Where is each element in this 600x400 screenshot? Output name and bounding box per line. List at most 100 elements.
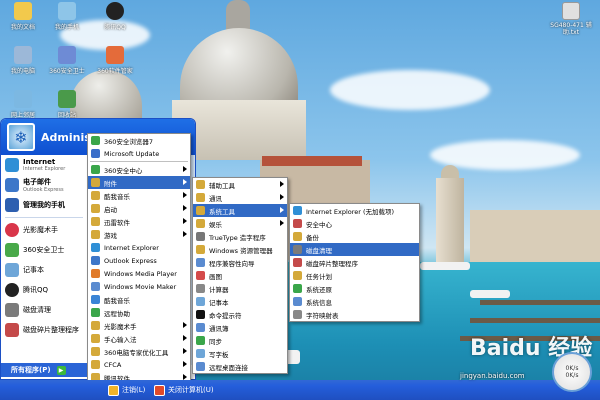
notepad-icon [196, 297, 205, 306]
accessories-item[interactable]: TrueType 造字程序 [193, 230, 287, 243]
shutdown-label: 关闭计算机(U) [168, 386, 214, 394]
system-tools-item[interactable]: 备份 [290, 230, 419, 243]
submenu-arrow-icon [280, 181, 284, 187]
outlook-icon [91, 256, 100, 265]
calculator-icon [196, 284, 205, 293]
start-item-360-safe[interactable]: 360安全卫士 [1, 240, 87, 260]
desktop-icon-text-file[interactable]: SG480-471 辅助.txt [546, 2, 596, 36]
folder-icon [196, 206, 205, 215]
network-speed-badge[interactable]: 0K/s 0K/s [552, 352, 592, 392]
programs-item[interactable]: 酷我音乐 [88, 189, 190, 202]
programs-item[interactable]: 酷我音乐 [88, 293, 190, 306]
menu-item-label: Windows 资源管理器 [209, 246, 273, 255]
desktop-icon-360-safe[interactable]: 360安全卫士 [44, 46, 90, 75]
accessories-item[interactable]: 通讯簿 [193, 321, 287, 334]
disk-cleanup-icon [293, 245, 302, 254]
all-programs-button[interactable]: 所有程序(P) ▶ [1, 363, 87, 377]
system-tools-item[interactable]: 安全中心 [290, 217, 419, 230]
system-tools-item[interactable]: 系统还原 [290, 282, 419, 295]
start-item-qq[interactable]: 腾讯QQ [1, 280, 87, 300]
desktop-icon-my-documents[interactable]: 我的文档 [0, 2, 46, 31]
user-avatar-icon[interactable]: ❄ [7, 123, 35, 151]
software-manager-icon [106, 46, 124, 64]
programs-item[interactable]: 远程协助 [88, 306, 190, 319]
menu-item-label: 同步 [209, 337, 222, 346]
system-tools-item[interactable]: 系统信息 [290, 295, 419, 308]
desktop-icon-recycle-bin[interactable]: 回收站 [44, 90, 90, 119]
desktop-icon-360-software[interactable]: 360软件管家 [92, 46, 138, 75]
accessories-item-system-tools[interactable]: 系统工具 [193, 204, 287, 217]
programs-item[interactable]: CFCA [88, 358, 190, 371]
menu-item-label: 程序兼容性向导 [209, 259, 255, 268]
menu-item-label: 远程协助 [104, 309, 130, 318]
programs-item[interactable]: Windows Media Player [88, 267, 190, 280]
upload-speed: 0K/s [565, 365, 579, 372]
defrag-icon [293, 258, 302, 267]
logoff-button[interactable]: 注销(L) [108, 383, 145, 397]
start-item-disk-cleanup[interactable]: 磁盘清理 [1, 300, 87, 320]
remote-assist-icon [91, 308, 100, 317]
start-item-defrag[interactable]: 磁盘碎片整理程序 [1, 320, 87, 340]
programs-item[interactable]: 光影魔术手 [88, 319, 190, 332]
start-item-manage-phone[interactable]: 管理我的手机 [1, 195, 87, 215]
disk-cleanup-icon [5, 303, 19, 317]
sync-icon [196, 336, 205, 345]
phone-icon [58, 2, 76, 20]
accessories-item[interactable]: 娱乐 [193, 217, 287, 230]
programs-item[interactable]: 360安全浏览器7 [88, 134, 190, 147]
accessories-item[interactable]: 写字板 [193, 347, 287, 360]
programs-item[interactable]: 迅雷软件 [88, 215, 190, 228]
start-item-internet[interactable]: Internet Internet Explorer [1, 155, 87, 175]
programs-item-accessories[interactable]: 附件 [88, 176, 190, 189]
power-icon [154, 384, 165, 396]
desktop-icon-my-phone[interactable]: 我的手机 [44, 2, 90, 31]
programs-item[interactable]: Internet Explorer [88, 241, 190, 254]
accessories-item[interactable]: Windows 资源管理器 [193, 243, 287, 256]
system-tools-item[interactable]: 字符映射表 [290, 308, 419, 321]
programs-item[interactable]: Outlook Express [88, 254, 190, 267]
shutdown-button[interactable]: 关闭计算机(U) [154, 383, 214, 397]
accessories-item[interactable]: 画图 [193, 269, 287, 282]
menu-item-label: 字符映射表 [306, 311, 339, 320]
system-tools-item[interactable]: 任务计划 [290, 269, 419, 282]
accessories-item[interactable]: 通讯 [193, 191, 287, 204]
menu-item-label: 备份 [306, 233, 319, 242]
programs-item[interactable]: 360安全中心 [88, 163, 190, 176]
accessories-item[interactable]: 命令提示符 [193, 308, 287, 321]
programs-item[interactable]: Microsoft Update [88, 147, 190, 160]
menu-item-label: 游戏 [104, 231, 117, 240]
programs-menu: 360安全浏览器7 Microsoft Update 360安全中心 附件 酷我… [87, 133, 191, 385]
programs-item[interactable]: Windows Movie Maker [88, 280, 190, 293]
desktop-icon-qq[interactable]: 腾讯QQ [92, 2, 138, 31]
accessories-item[interactable]: 程序兼容性向导 [193, 256, 287, 269]
desktop-icon-my-computer[interactable]: 我的电脑 [0, 46, 46, 75]
remote-desktop-icon [196, 362, 205, 371]
boat [470, 290, 510, 298]
programs-item[interactable]: 手心输入法 [88, 332, 190, 345]
system-tools-item-disk-cleanup[interactable]: 磁盘清理 [290, 243, 419, 256]
start-item-photo[interactable]: 光影魔术手 [1, 220, 87, 240]
accessories-item[interactable]: 辅助工具 [193, 178, 287, 191]
desktop-icon-network[interactable]: 网上邻居 [0, 90, 46, 119]
start-item-label: 腾讯QQ [23, 286, 49, 294]
explorer-icon [196, 245, 205, 254]
start-item-email[interactable]: 电子邮件 Outlook Express [1, 175, 87, 195]
system-tools-item[interactable]: 磁盘碎片整理程序 [290, 256, 419, 269]
programs-item[interactable]: 360电脑专家优化工具 [88, 345, 190, 358]
accessories-item[interactable]: 同步 [193, 334, 287, 347]
system-info-icon [293, 297, 302, 306]
accessories-item[interactable]: 记事本 [193, 295, 287, 308]
media-player-icon [91, 269, 100, 278]
programs-item[interactable]: 启动 [88, 202, 190, 215]
start-item-notepad[interactable]: 记事本 [1, 260, 87, 280]
accessories-item[interactable]: 远程桌面连接 [193, 360, 287, 373]
desktop-icon-label: 我的文档 [10, 24, 35, 31]
internet-explorer-icon [5, 158, 19, 172]
programs-item[interactable]: 游戏 [88, 228, 190, 241]
accessories-item[interactable]: 计算器 [193, 282, 287, 295]
folder-icon [91, 334, 100, 343]
submenu-arrow-icon [183, 218, 187, 224]
browser-icon [91, 136, 100, 145]
system-tools-item[interactable]: Internet Explorer (无加载项) [290, 204, 419, 217]
recycle-bin-icon [58, 90, 76, 108]
